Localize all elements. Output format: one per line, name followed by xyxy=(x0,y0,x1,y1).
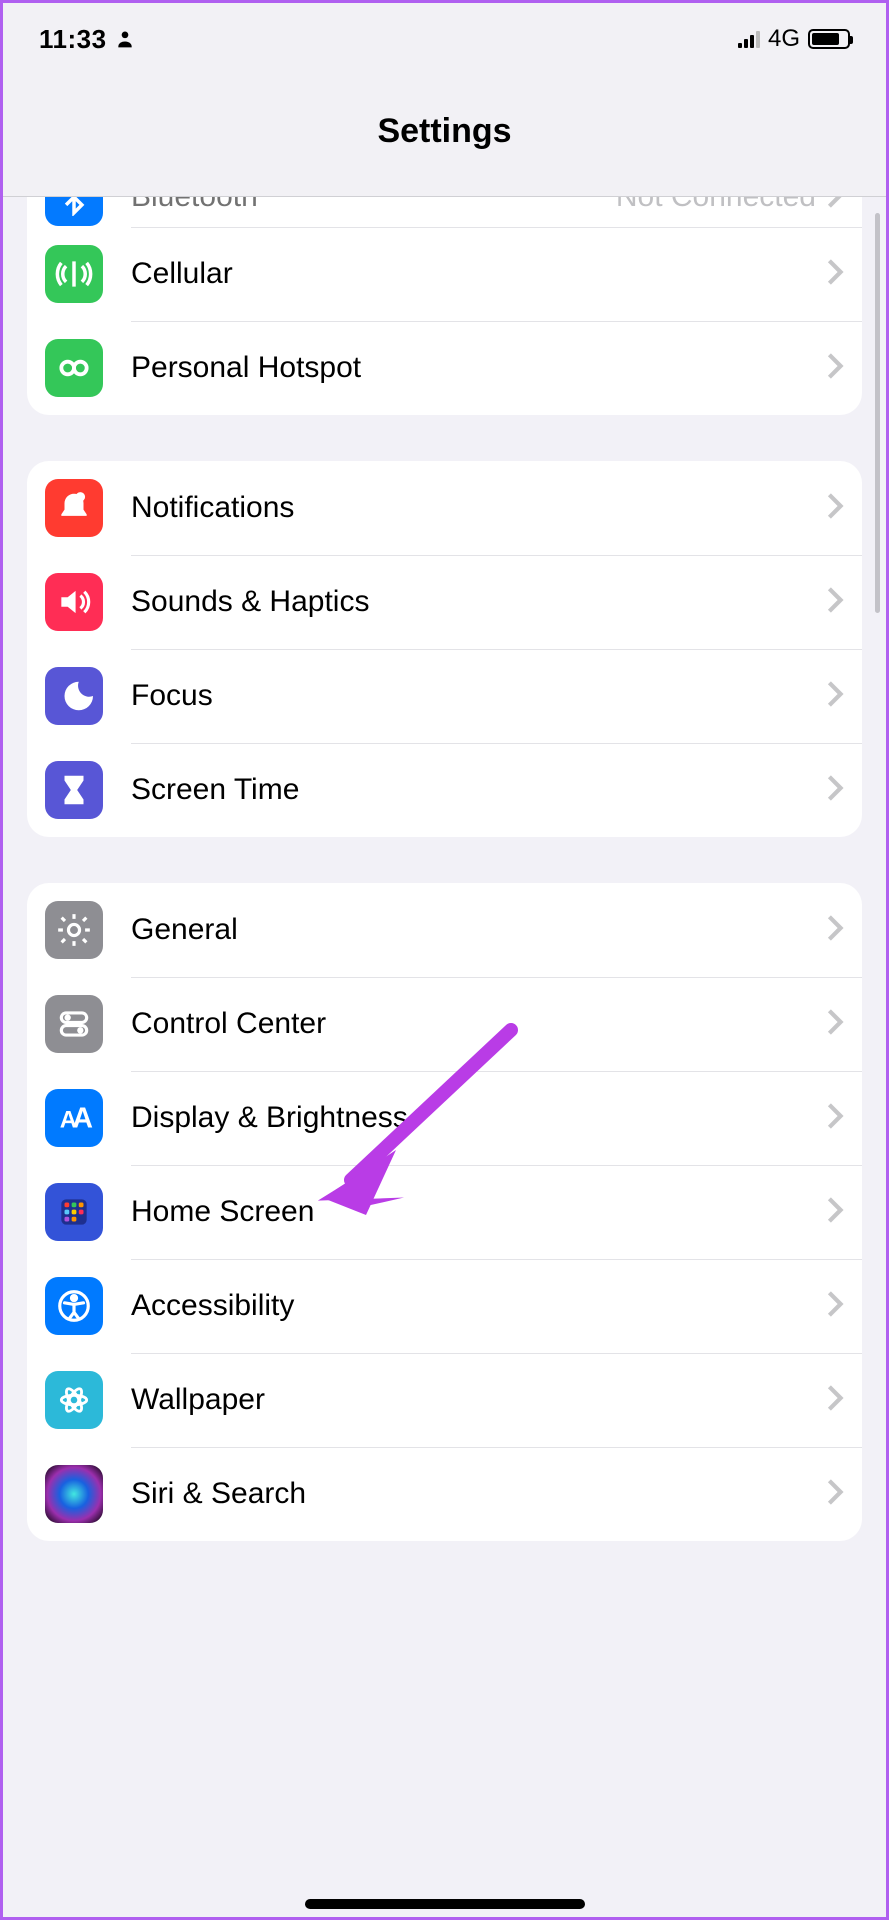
statusbar-left: 11:33 xyxy=(39,24,135,55)
general-icon xyxy=(45,901,103,959)
row-label: Focus xyxy=(131,679,213,713)
chevron-right-icon xyxy=(826,1384,844,1417)
status-bar: 11:33 4G xyxy=(3,3,886,67)
row-label: Siri & Search xyxy=(131,1477,306,1511)
chevron-right-icon xyxy=(826,1008,844,1041)
control-center-icon xyxy=(45,995,103,1053)
settings-scroll[interactable]: Bluetooth Not Connected Cellular Persona… xyxy=(3,197,886,1917)
focus-icon xyxy=(45,667,103,725)
row-notifications[interactable]: Notifications xyxy=(27,461,862,555)
settings-group-attention: Notifications Sounds & Haptics Focus Scr… xyxy=(27,461,862,837)
row-display[interactable]: AA Display & Brightness xyxy=(27,1071,862,1165)
chevron-right-icon xyxy=(826,914,844,947)
network-label: 4G xyxy=(768,25,800,53)
row-screen-time[interactable]: Screen Time xyxy=(27,743,862,837)
row-home-screen[interactable]: Home Screen xyxy=(27,1165,862,1259)
row-sounds[interactable]: Sounds & Haptics xyxy=(27,555,862,649)
row-label: Bluetooth xyxy=(131,197,258,214)
screentime-icon xyxy=(45,761,103,819)
scrollbar-thumb[interactable] xyxy=(875,213,880,613)
chevron-right-icon xyxy=(826,1478,844,1511)
row-label: Wallpaper xyxy=(131,1383,265,1417)
navigation-bar: Settings xyxy=(3,67,886,197)
row-label: Screen Time xyxy=(131,773,299,807)
chevron-right-icon xyxy=(826,1196,844,1229)
row-label: General xyxy=(131,913,238,947)
notifications-icon xyxy=(45,479,103,537)
accessibility-icon xyxy=(45,1277,103,1335)
row-label: Accessibility xyxy=(131,1289,294,1323)
bluetooth-icon xyxy=(45,197,103,226)
row-label: Notifications xyxy=(131,491,294,525)
row-label: Cellular xyxy=(131,257,233,291)
row-control-center[interactable]: Control Center xyxy=(27,977,862,1071)
row-personal-hotspot[interactable]: Personal Hotspot xyxy=(27,321,862,415)
row-value: Not Connected xyxy=(616,197,816,214)
statusbar-right: 4G xyxy=(738,25,850,53)
row-bluetooth[interactable]: Bluetooth Not Connected xyxy=(27,197,862,227)
chevron-right-icon xyxy=(826,1102,844,1135)
row-focus[interactable]: Focus xyxy=(27,649,862,743)
home-indicator[interactable] xyxy=(305,1899,585,1909)
chevron-right-icon xyxy=(826,586,844,619)
row-label: Sounds & Haptics xyxy=(131,585,369,619)
battery-icon xyxy=(808,29,850,49)
chevron-right-icon xyxy=(826,680,844,713)
row-wallpaper[interactable]: Wallpaper xyxy=(27,1353,862,1447)
signal-icon xyxy=(738,30,760,48)
display-icon: AA xyxy=(45,1089,103,1147)
settings-group-system: General Control Center AA Display & Brig… xyxy=(27,883,862,1541)
chevron-right-icon xyxy=(826,197,844,214)
wallpaper-icon xyxy=(45,1371,103,1429)
page-title: Settings xyxy=(377,112,511,151)
chevron-right-icon xyxy=(826,774,844,807)
sounds-icon xyxy=(45,573,103,631)
settings-group-connectivity: Bluetooth Not Connected Cellular Persona… xyxy=(27,197,862,415)
row-accessibility[interactable]: Accessibility xyxy=(27,1259,862,1353)
row-label: Personal Hotspot xyxy=(131,351,361,385)
row-siri[interactable]: Siri & Search xyxy=(27,1447,862,1541)
row-general[interactable]: General xyxy=(27,883,862,977)
chevron-right-icon xyxy=(826,492,844,525)
hotspot-icon xyxy=(45,339,103,397)
chevron-right-icon xyxy=(826,1290,844,1323)
row-label: Home Screen xyxy=(131,1195,314,1229)
siri-icon xyxy=(45,1465,103,1523)
row-label: Display & Brightness xyxy=(131,1101,408,1135)
profile-icon xyxy=(115,29,135,49)
row-cellular[interactable]: Cellular xyxy=(27,227,862,321)
status-time: 11:33 xyxy=(39,24,107,55)
svg-text:A: A xyxy=(72,1103,93,1135)
home-screen-icon xyxy=(45,1183,103,1241)
cellular-icon xyxy=(45,245,103,303)
chevron-right-icon xyxy=(826,258,844,291)
chevron-right-icon xyxy=(826,352,844,385)
row-label: Control Center xyxy=(131,1007,326,1041)
